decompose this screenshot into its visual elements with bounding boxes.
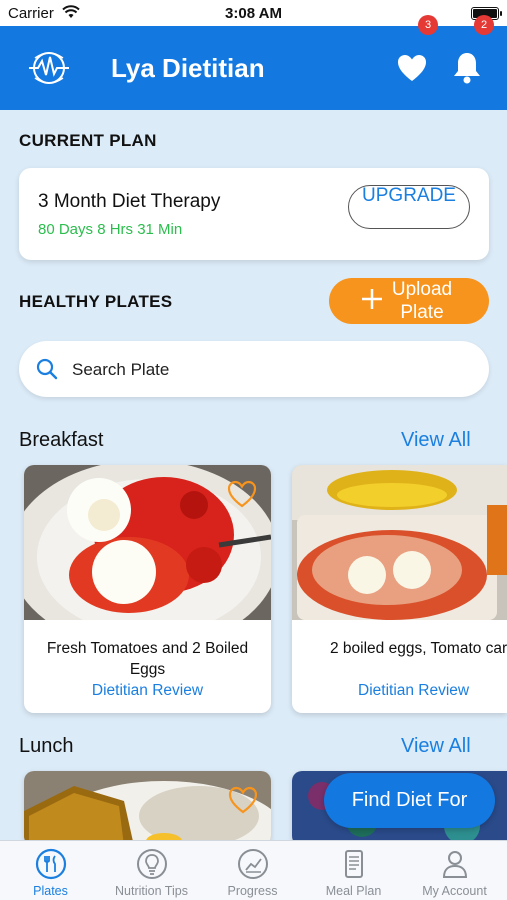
current-plan-heading: CURRENT PLAN [19, 131, 157, 150]
document-icon [345, 850, 363, 878]
app-logo-icon [29, 52, 69, 84]
current-plan-card: 3 Month Diet Therapy 80 Days 8 Hrs 31 Mi… [19, 168, 489, 260]
search-plate-input[interactable]: Search Plate [19, 341, 489, 397]
favorites-count-badge: 3 [418, 15, 438, 35]
lunch-plate-card[interactable] [24, 771, 271, 846]
plate-photo [292, 465, 507, 620]
person-icon [442, 851, 468, 878]
bottom-tab-bar: Plates Nutrition Tips Progress Meal Plan… [0, 840, 507, 900]
tab-plates[interactable]: Plates [0, 841, 101, 900]
breakfast-view-all-link[interactable]: View All [401, 429, 471, 452]
upgrade-button[interactable]: UPGRADE [348, 185, 470, 229]
favorite-heart-outline-icon[interactable] [226, 479, 258, 509]
plate-name: Fresh Tomatoes and 2 Boiled Eggs [46, 640, 249, 678]
plate-name: 2 boiled eggs, Tomato carrot-cucumber sa… [330, 640, 507, 657]
favorites-heart-icon[interactable] [396, 53, 428, 83]
plus-icon [362, 289, 382, 309]
lunch-view-all-link[interactable]: View All [401, 735, 471, 758]
search-placeholder: Search Plate [72, 360, 170, 379]
notifications-bell-icon[interactable] [451, 50, 483, 84]
plan-name: 3 Month Diet Therapy [38, 191, 221, 212]
tab-label: Meal Plan [325, 884, 382, 898]
tab-label: My Account [422, 884, 487, 898]
app-header: Lya Dietitian [0, 26, 507, 110]
plate-card-eggs-salad[interactable]: 2 boiled eggs, Tomato carrot-cucumber sa… [292, 465, 507, 713]
favorite-heart-outline-icon[interactable] [227, 785, 259, 815]
dietitian-review-link[interactable]: Dietitian Review [358, 682, 469, 700]
breakfast-heading: Breakfast [19, 429, 104, 451]
upload-plate-label: Upload Plate [391, 279, 453, 323]
fork-knife-icon [35, 848, 67, 880]
search-icon [36, 358, 58, 380]
dietitian-review-link[interactable]: Dietitian Review [24, 682, 271, 700]
tab-label: Nutrition Tips [115, 884, 188, 898]
plate-card-tomatoes-eggs[interactable]: Fresh Tomatoes and 2 Boiled Eggs Dietiti… [24, 465, 271, 713]
tab-label: Progress [227, 884, 278, 898]
upload-plate-button[interactable]: Upload Plate [329, 278, 489, 324]
tab-label: Plates [33, 884, 68, 898]
notifications-count-badge: 2 [474, 15, 494, 35]
chart-icon [238, 849, 268, 879]
plan-time-remaining: 80 Days 8 Hrs 31 Min [38, 221, 183, 238]
tab-my-account[interactable]: My Account [404, 841, 505, 900]
find-diet-for-button[interactable]: Find Diet For [324, 773, 495, 828]
healthy-plates-heading: HEALTHY PLATES [19, 292, 173, 311]
tab-meal-plan[interactable]: Meal Plan [303, 841, 404, 900]
lunch-heading: Lunch [19, 735, 74, 757]
tab-nutrition-tips[interactable]: Nutrition Tips [101, 841, 202, 900]
lightbulb-icon [137, 849, 167, 879]
tab-progress[interactable]: Progress [202, 841, 303, 900]
app-title: Lya Dietitian [111, 53, 265, 83]
